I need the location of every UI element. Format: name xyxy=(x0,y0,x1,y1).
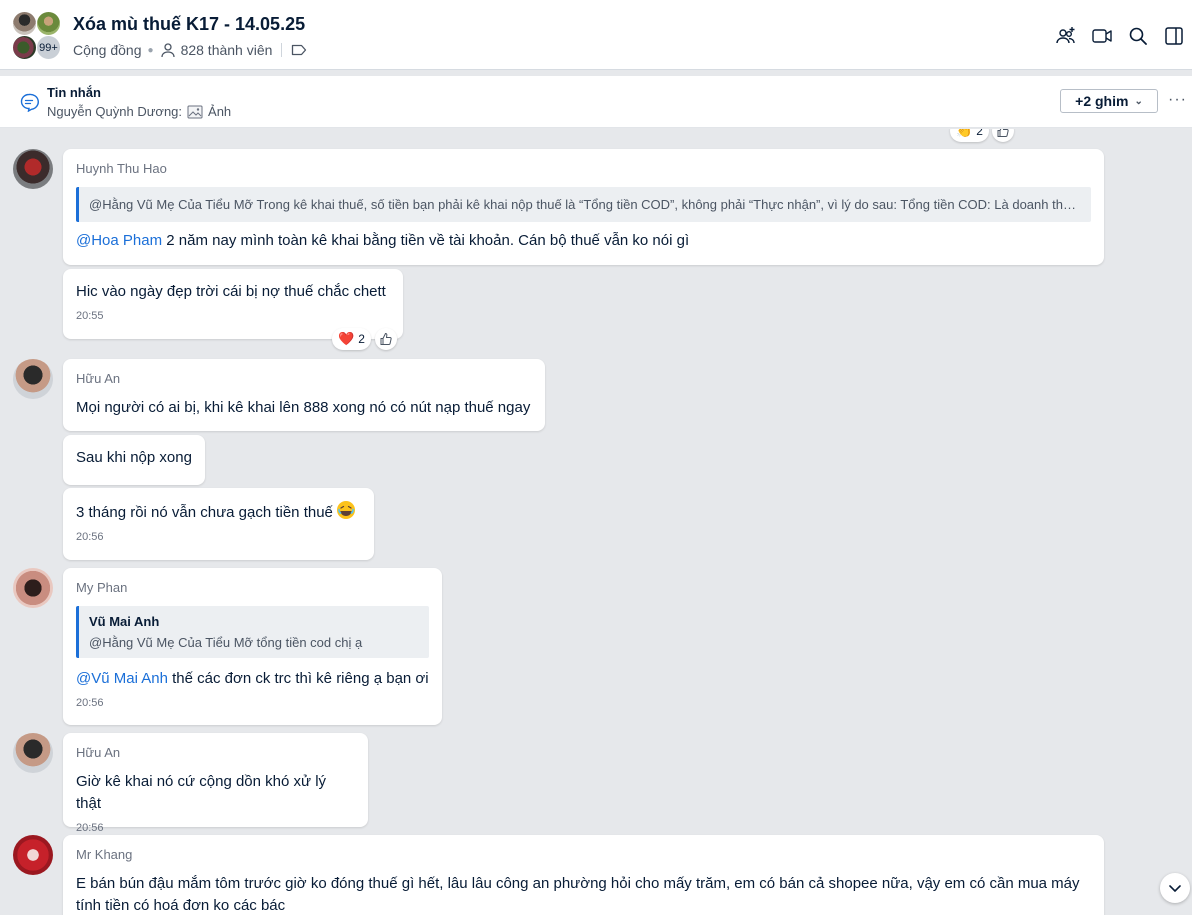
scroll-to-bottom-button[interactable] xyxy=(1160,873,1190,903)
search-icon xyxy=(1129,27,1147,45)
add-member-button[interactable] xyxy=(1048,22,1084,50)
message-bubble[interactable]: Hữu An Giờ kê khai nó cứ cộng dồn khó xử… xyxy=(63,733,368,834)
avatar[interactable] xyxy=(13,149,53,189)
search-button[interactable] xyxy=(1120,22,1156,50)
group-type-label: Cộng đồng xyxy=(73,42,142,58)
group-title[interactable]: Xóa mù thuế K17 - 14.05.25 xyxy=(73,14,305,35)
sender-name: Hữu An xyxy=(76,745,121,760)
member-avatar xyxy=(12,35,37,60)
quoted-text: @Hằng Vũ Mẹ Của Tiểu Mỡ tổng tiền cod ch… xyxy=(89,635,363,650)
member-count[interactable]: 828 thành viên xyxy=(181,42,273,58)
thumbs-up-icon xyxy=(997,129,1009,137)
reaction-emoji: ❤️ xyxy=(338,331,355,346)
message-text: 3 tháng rồi nó vẫn chưa gạch tiền thuế xyxy=(76,500,361,524)
message-bubble[interactable]: 3 tháng rồi nó vẫn chưa gạch tiền thuế 2… xyxy=(63,488,374,560)
avatar-overflow-count: 99+ xyxy=(36,35,61,60)
message-icon xyxy=(20,93,39,112)
more-pins-button[interactable]: +2 ghim ⌄ xyxy=(1060,89,1158,113)
pinned-sender: Nguyễn Quỳnh Dương: xyxy=(47,104,183,119)
reaction-count: 2 xyxy=(976,129,983,138)
sender-name: Mr Khang xyxy=(76,847,133,862)
avatar[interactable] xyxy=(13,568,53,608)
thumbs-up-icon xyxy=(380,332,392,345)
separator-dot: ● xyxy=(147,44,154,56)
message-text: Sau khi nộp xong xyxy=(76,449,192,466)
reaction-badge[interactable]: ❤️ 2 xyxy=(332,328,371,350)
message-bubble[interactable]: Huynh Thu Hao @Hằng Vũ Mẹ Của Tiểu Mỡ Tr… xyxy=(63,149,1104,265)
member-icon xyxy=(160,43,175,58)
avatar[interactable] xyxy=(13,733,53,773)
message-bubble[interactable]: Sau khi nộp xong xyxy=(63,435,205,485)
avatar[interactable] xyxy=(13,835,53,875)
more-options-icon[interactable]: ··· xyxy=(1168,91,1187,109)
message-time: 20:56 xyxy=(76,822,104,834)
like-button[interactable] xyxy=(375,328,397,350)
sender-name: Hữu An xyxy=(76,371,121,386)
sender-name: Huynh Thu Hao xyxy=(76,161,167,176)
member-avatar xyxy=(36,11,61,36)
group-avatar[interactable]: 99+ xyxy=(12,11,62,61)
message-time: 20:56 xyxy=(76,531,104,543)
header-actions xyxy=(1048,22,1192,50)
reaction-emoji: 👏 xyxy=(956,129,973,138)
message-time: 20:55 xyxy=(76,310,104,322)
avatar[interactable] xyxy=(13,359,53,399)
quoted-text: @Hằng Vũ Mẹ Của Tiểu Mỡ Trong kê khai th… xyxy=(89,197,1081,212)
message-bubble[interactable]: My Phan Vũ Mai Anh @Hằng Vũ Mẹ Của Tiểu … xyxy=(63,568,442,725)
like-button[interactable] xyxy=(992,129,1014,142)
message-text: Mọi người có ai bị, khi kê khai lên 888 … xyxy=(76,399,531,416)
pinned-preview: Nguyễn Quỳnh Dương: Ảnh xyxy=(47,104,231,119)
message-body: thế các đơn ck trc thì kê riêng ạ bạn ơi xyxy=(167,670,429,687)
quoted-message[interactable]: @Hằng Vũ Mẹ Của Tiểu Mỡ Trong kê khai th… xyxy=(76,187,1091,222)
group-subtitle: Cộng đồng ● 828 thành viên xyxy=(73,42,307,58)
message-body: 3 tháng rồi nó vẫn chưa gạch tiền thuế xyxy=(76,504,333,521)
video-call-icon xyxy=(1092,29,1112,43)
image-icon xyxy=(187,105,203,118)
quoted-sender: Vũ Mai Anh xyxy=(89,614,160,629)
message-text: E bán bún đậu mắm tôm trước giờ ko đóng … xyxy=(76,875,1080,914)
chat-header: 99+ Xóa mù thuế K17 - 14.05.25 Cộng đồng… xyxy=(0,0,1192,70)
message-text: @Vũ Mai Anh thế các đơn ck trc thì kê ri… xyxy=(76,668,429,690)
divider xyxy=(281,43,283,57)
message-body: 2 năm nay mình toàn kê khai bằng tiền về… xyxy=(162,232,690,249)
mention-link[interactable]: @Vũ Mai Anh xyxy=(76,670,168,687)
more-pins-label: +2 ghim xyxy=(1075,93,1129,109)
mention-link[interactable]: @Hoa Pham xyxy=(76,232,162,249)
side-panel-icon xyxy=(1165,27,1183,45)
quoted-message[interactable]: Vũ Mai Anh @Hằng Vũ Mẹ Của Tiểu Mỡ tổng … xyxy=(76,606,429,658)
message-bubble[interactable]: Mr Khang E bán bún đậu mắm tôm trước giờ… xyxy=(63,835,1104,915)
message-list[interactable]: 👏 2 Huynh Thu Hao @Hằng Vũ Mẹ Của Tiểu Mỡ… xyxy=(0,129,1192,915)
message-bubble[interactable]: Hữu An Mọi người có ai bị, khi kê khai l… xyxy=(63,359,545,431)
pinned-title: Tin nhắn xyxy=(47,85,101,100)
message-text: Giờ kê khai nó cứ cộng dồn khó xử lý thậ… xyxy=(76,773,327,812)
chevron-down-icon xyxy=(1169,885,1181,892)
member-avatar xyxy=(12,11,37,36)
add-member-icon xyxy=(1056,27,1075,44)
toggle-side-panel-button[interactable] xyxy=(1156,22,1192,50)
video-call-button[interactable] xyxy=(1084,22,1120,50)
sender-name: My Phan xyxy=(76,580,128,595)
message-time: 20:56 xyxy=(76,697,104,709)
pinned-message-bar[interactable]: Tin nhắn Nguyễn Quỳnh Dương: Ảnh xyxy=(0,76,1192,128)
chevron-down-icon: ⌄ xyxy=(1134,95,1143,107)
pinned-content: Ảnh xyxy=(208,104,232,119)
laughing-emoji-icon xyxy=(336,501,355,519)
reaction-count: 2 xyxy=(358,332,365,346)
message-text: Hic vào ngày đẹp trời cái bị nợ thuế chắ… xyxy=(76,283,386,300)
reaction-badge[interactable]: 👏 2 xyxy=(950,129,989,142)
tag-icon[interactable] xyxy=(291,43,307,57)
message-text: @Hoa Pham 2 năm nay mình toàn kê khai bằ… xyxy=(76,230,1091,252)
